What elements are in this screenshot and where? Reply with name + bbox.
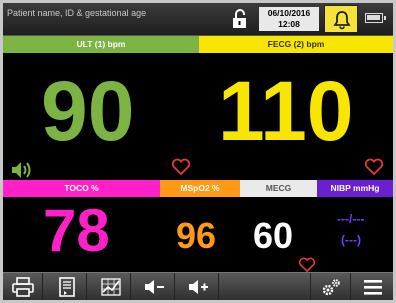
lock-button[interactable] bbox=[230, 8, 252, 30]
settings-button[interactable] bbox=[311, 273, 351, 300]
monitor-screen: Patient name, ID & gestational age 06/10… bbox=[3, 3, 393, 300]
patient-info-field[interactable]: Patient name, ID & gestational age bbox=[7, 8, 146, 18]
mecg-header[interactable]: MECG bbox=[240, 180, 317, 197]
report-icon bbox=[58, 277, 75, 297]
heart-icon bbox=[298, 257, 316, 273]
battery-icon bbox=[365, 13, 386, 23]
volume-down-icon bbox=[144, 280, 164, 294]
nibp-header[interactable]: NIBP mmHg bbox=[317, 180, 393, 197]
time-text: 12:08 bbox=[278, 19, 300, 29]
bottom-toolbar bbox=[3, 272, 393, 300]
menu-button[interactable] bbox=[353, 273, 393, 300]
nibp-mean-value: (---) bbox=[341, 233, 361, 247]
top-bar: Patient name, ID & gestational age 06/10… bbox=[3, 3, 393, 36]
toco-value: 78 bbox=[43, 197, 110, 264]
mecg-value: 60 bbox=[253, 215, 294, 256]
volume-up-icon bbox=[188, 280, 208, 294]
report-button[interactable] bbox=[47, 273, 87, 300]
settings-icon bbox=[322, 279, 340, 296]
fecg-header[interactable]: FECG (2) bpm bbox=[199, 36, 393, 53]
nibp-value: ---/--- bbox=[337, 212, 365, 226]
unlock-icon bbox=[233, 9, 246, 28]
spo2-value: 96 bbox=[176, 215, 217, 256]
alarm-button[interactable] bbox=[324, 5, 358, 33]
printer-icon bbox=[11, 277, 34, 297]
bell-icon bbox=[333, 11, 351, 30]
spo2-header[interactable]: MSpO2 % bbox=[160, 180, 240, 197]
volume-down-button[interactable] bbox=[135, 273, 175, 300]
heart-icon bbox=[364, 158, 384, 176]
date-time-display: 06/10/2016 12:08 bbox=[259, 7, 319, 31]
date-text: 06/10/2016 bbox=[267, 8, 311, 18]
heart-icon bbox=[171, 158, 191, 176]
fecg-value: 110 bbox=[218, 64, 354, 158]
print-button[interactable] bbox=[3, 273, 43, 300]
toolbar-spacer bbox=[223, 273, 311, 300]
volume-up-button[interactable] bbox=[179, 273, 219, 300]
ult-value: 90 bbox=[41, 64, 135, 158]
toco-header[interactable]: TOCO % bbox=[3, 180, 160, 197]
chart-icon bbox=[100, 278, 121, 296]
ult-header[interactable]: ULT (1) bpm bbox=[3, 36, 199, 53]
trend-chart-button[interactable] bbox=[91, 273, 131, 300]
menu-icon bbox=[364, 280, 382, 295]
